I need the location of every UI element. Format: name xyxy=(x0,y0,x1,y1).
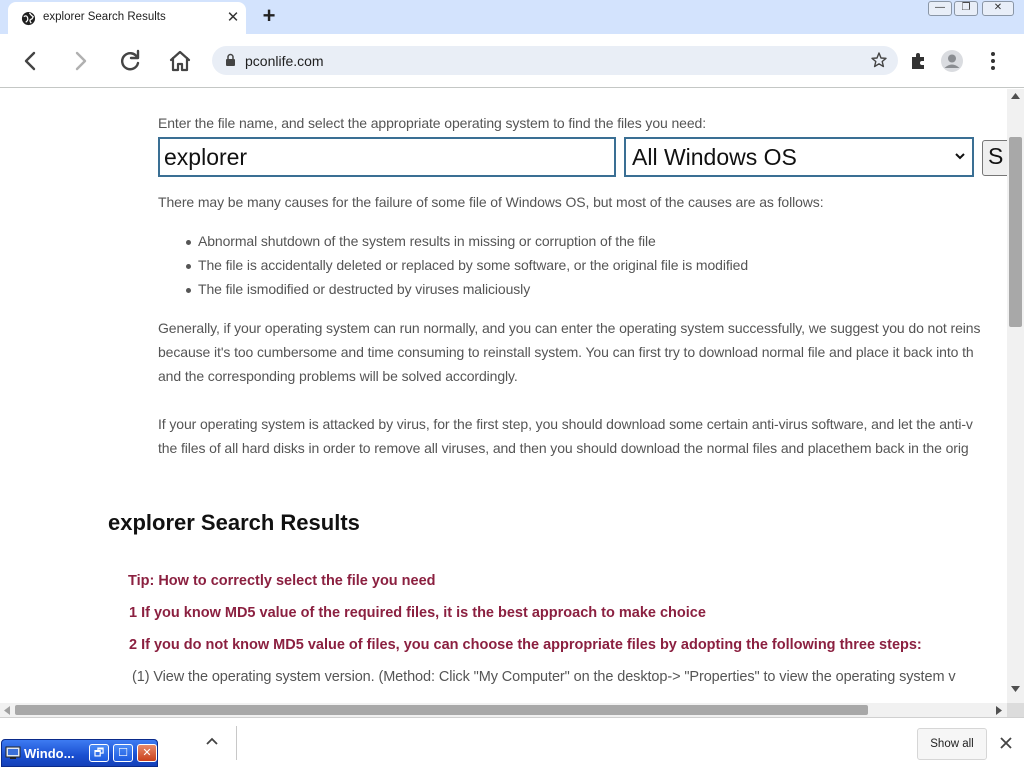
window-minimize-button[interactable]: — xyxy=(928,1,952,16)
browser-tab[interactable]: explorer Search Results ✕ xyxy=(8,2,246,34)
minimized-window-title: Windo... xyxy=(24,746,75,761)
lock-icon[interactable] xyxy=(225,53,236,67)
browser-toolbar: pconlife.com xyxy=(0,34,1024,88)
scroll-up-arrow-icon[interactable] xyxy=(1011,93,1020,99)
minimized-window-restore-button[interactable]: 🗗 xyxy=(89,744,109,762)
paragraph-line: because it's too cumbersome and time con… xyxy=(158,344,974,360)
forward-button[interactable] xyxy=(65,45,97,77)
url-text[interactable]: pconlife.com xyxy=(245,53,324,69)
reload-icon xyxy=(121,49,140,71)
paragraph-line: Generally, if your operating system can … xyxy=(158,320,981,336)
causes-intro-text: There may be many causes for the failure… xyxy=(158,194,824,210)
vertical-scrollbar[interactable] xyxy=(1007,89,1024,703)
back-button[interactable] xyxy=(14,45,46,77)
download-bar-divider xyxy=(236,726,237,760)
home-button[interactable] xyxy=(164,45,196,77)
horizontal-scrollbar[interactable] xyxy=(0,703,1007,717)
os-select-dropdown[interactable]: All Windows OS xyxy=(624,137,974,177)
cause-item: Abnormal shutdown of the system results … xyxy=(198,233,656,249)
tab-title: explorer Search Results xyxy=(43,11,166,23)
reload-button[interactable] xyxy=(114,45,146,77)
cause-item: The file is accidentally deleted or repl… xyxy=(198,257,749,273)
tab-strip: explorer Search Results ✕ + — ❐ ✕ xyxy=(0,0,1024,34)
tip-line: 1 If you know MD5 value of the required … xyxy=(129,605,706,621)
horizontal-scrollbar-thumb[interactable] xyxy=(15,705,868,715)
scroll-down-arrow-icon[interactable] xyxy=(1011,686,1020,692)
bullet-dot xyxy=(186,240,191,245)
window-close-button[interactable]: ✕ xyxy=(982,1,1014,16)
page-viewport: Enter the file name, and select the appr… xyxy=(0,89,1007,703)
minimized-window[interactable]: Windo... 🗗 ☐ ✕ xyxy=(1,739,158,767)
bullet-dot xyxy=(186,288,191,293)
paragraph-line: If your operating system is attacked by … xyxy=(158,416,973,432)
window-maximize-button[interactable]: ❐ xyxy=(954,1,978,16)
tab-close-icon[interactable]: ✕ xyxy=(224,9,242,27)
paragraph-line: the files of all hard disks in order to … xyxy=(158,440,969,456)
kebab-menu-icon[interactable] xyxy=(983,49,1003,73)
scroll-left-arrow-icon[interactable] xyxy=(4,706,10,715)
cause-item: The file ismodified or destructed by vir… xyxy=(198,281,531,297)
window-app-icon xyxy=(5,746,21,759)
bookmark-star-icon[interactable] xyxy=(870,51,888,69)
paragraph-line: and the corresponding problems will be s… xyxy=(158,368,518,384)
vertical-scrollbar-thumb[interactable] xyxy=(1009,137,1022,327)
bullet-dot xyxy=(186,264,191,269)
results-heading: explorer Search Results xyxy=(108,510,360,535)
os-select-value: All Windows OS xyxy=(632,144,797,170)
home-icon xyxy=(169,50,191,72)
show-all-downloads-button[interactable]: Show all xyxy=(917,728,987,760)
minimized-window-maximize-button[interactable]: ☐ xyxy=(113,744,133,762)
chevron-up-icon[interactable] xyxy=(205,736,219,746)
new-tab-button[interactable]: + xyxy=(258,5,280,28)
profile-avatar-icon[interactable] xyxy=(940,49,964,73)
search-intro-text: Enter the file name, and select the appr… xyxy=(158,115,707,131)
minimized-window-close-button[interactable]: ✕ xyxy=(137,744,157,762)
globe-icon xyxy=(21,11,36,26)
scrollbar-corner xyxy=(1007,703,1024,717)
search-button[interactable]: S xyxy=(982,140,1007,176)
arrow-left-icon xyxy=(24,51,36,71)
tip-line: 2 If you do not know MD5 value of files,… xyxy=(129,637,922,653)
chevron-down-icon xyxy=(955,153,965,160)
scroll-right-arrow-icon[interactable] xyxy=(996,706,1002,715)
arrow-right-icon xyxy=(75,51,87,71)
close-icon[interactable] xyxy=(998,735,1014,751)
step-line: (1) View the operating system version. (… xyxy=(132,669,956,685)
tip-line: Tip: How to correctly select the file yo… xyxy=(128,573,436,589)
file-name-search-input[interactable] xyxy=(158,137,616,177)
extensions-puzzle-icon[interactable] xyxy=(909,51,929,71)
address-bar[interactable]: pconlife.com xyxy=(212,46,898,75)
